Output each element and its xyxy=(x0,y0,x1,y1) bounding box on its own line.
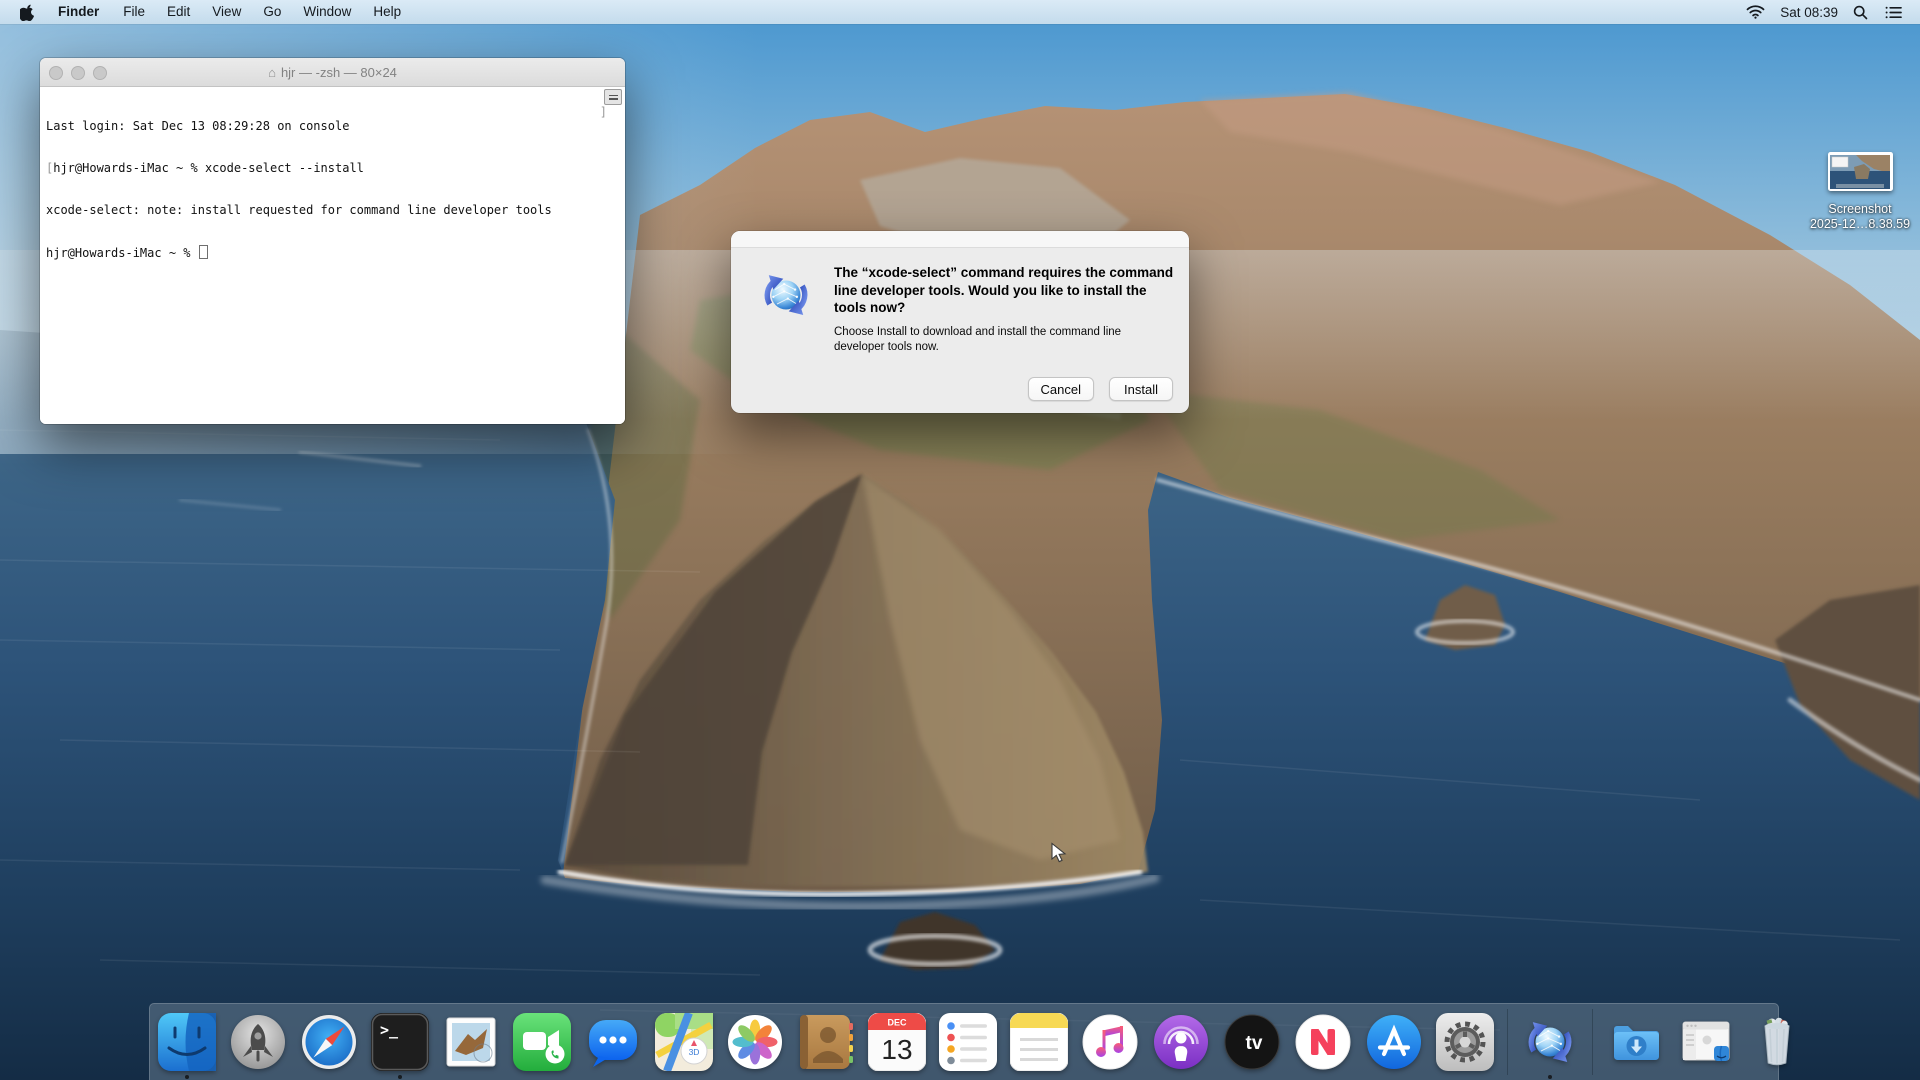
dock-news-icon[interactable] xyxy=(1294,1013,1352,1071)
dock-calendar-icon[interactable]: DEC 13 xyxy=(868,1013,926,1071)
home-icon: ⌂ xyxy=(268,65,276,80)
dock-mail-icon[interactable] xyxy=(442,1013,500,1071)
dock: >_ xyxy=(149,1003,1779,1080)
dock-downloads-folder-icon[interactable] xyxy=(1606,1013,1664,1071)
svg-text:DEC: DEC xyxy=(887,1018,907,1028)
dock-maps-icon[interactable]: 3D xyxy=(655,1013,713,1071)
terminal-marks-widget-icon[interactable] xyxy=(604,89,622,105)
dock-terminal-icon[interactable]: >_ xyxy=(371,1013,429,1071)
terminal-output[interactable]: Last login: Sat Dec 13 08:29:28 on conso… xyxy=(40,87,625,424)
command-mark: ] xyxy=(600,105,607,119)
svg-text:3D: 3D xyxy=(689,1047,700,1057)
terminal-cursor xyxy=(199,245,208,259)
dialog-heading: The “xcode-select” command requires the … xyxy=(834,264,1174,317)
menu-item-window[interactable]: Window xyxy=(292,0,362,24)
window-controls xyxy=(49,66,107,80)
dialog-body: Choose Install to download and install t… xyxy=(834,325,1174,355)
dialog-text: The “xcode-select” command requires the … xyxy=(834,264,1174,355)
terminal-window-title: ⌂ hjr — -zsh — 80×24 xyxy=(268,65,397,80)
menu-bar-clock[interactable]: Sat 08:39 xyxy=(1778,5,1840,20)
screenshot-file-label: Screenshot 2025-12…8.38.59 xyxy=(1798,202,1920,232)
dock-reminders-icon[interactable] xyxy=(939,1013,997,1071)
menu-item-finder[interactable]: Finder xyxy=(45,0,112,24)
dock-install-clt-icon[interactable] xyxy=(1521,1013,1579,1071)
menu-bar: Finder File Edit View Go Window Help Sat… xyxy=(0,0,1920,24)
wifi-icon[interactable] xyxy=(1742,5,1769,19)
dock-separator xyxy=(1507,1009,1508,1075)
dock-music-icon[interactable] xyxy=(1081,1013,1139,1071)
software-update-icon xyxy=(757,266,815,324)
dock-safari-icon[interactable] xyxy=(300,1013,358,1071)
running-indicator xyxy=(398,1075,402,1079)
dock-contacts-icon[interactable] xyxy=(797,1013,855,1071)
dock-messages-icon[interactable] xyxy=(584,1013,642,1071)
cancel-button[interactable]: Cancel xyxy=(1028,377,1094,401)
menu-item-file[interactable]: File xyxy=(112,0,156,24)
search-icon[interactable] xyxy=(1849,5,1872,20)
terminal-line: xcode-select: note: install requested fo… xyxy=(46,203,625,217)
dialog-title-bar[interactable] xyxy=(731,231,1189,248)
dock-system-preferences-icon[interactable] xyxy=(1436,1013,1494,1071)
dock-minimized-window[interactable] xyxy=(1677,1013,1735,1071)
svg-text:tv: tv xyxy=(1246,1033,1263,1054)
dock-podcasts-icon[interactable] xyxy=(1152,1013,1210,1071)
minimize-button[interactable] xyxy=(71,66,85,80)
terminal-line: Last login: Sat Dec 13 08:29:28 on conso… xyxy=(46,119,625,133)
svg-text:>_: >_ xyxy=(380,1021,399,1039)
mouse-cursor xyxy=(1050,842,1069,864)
menu-item-go[interactable]: Go xyxy=(252,0,292,24)
dock-appstore-icon[interactable] xyxy=(1365,1013,1423,1071)
zoom-button[interactable] xyxy=(93,66,107,80)
dock-launchpad-icon[interactable] xyxy=(229,1013,287,1071)
apple-menu[interactable] xyxy=(18,4,45,21)
running-indicator xyxy=(185,1075,189,1079)
menu-item-help[interactable]: Help xyxy=(362,0,412,24)
dock-separator xyxy=(1592,1009,1593,1075)
menu-bar-status: Sat 08:39 xyxy=(1742,5,1920,20)
screenshot-thumbnail xyxy=(1828,152,1893,191)
desktop-file-screenshot[interactable]: Screenshot 2025-12…8.38.59 xyxy=(1798,152,1920,232)
dialog-buttons: Cancel Install xyxy=(1028,377,1173,401)
menu-bar-left: Finder File Edit View Go Window Help xyxy=(0,0,412,24)
close-button[interactable] xyxy=(49,66,63,80)
terminal-line: hjr@Howards-iMac ~ % xyxy=(46,245,625,260)
desktop: Finder File Edit View Go Window Help Sat… xyxy=(0,0,1920,1080)
terminal-title-bar[interactable]: ⌂ hjr — -zsh — 80×24 xyxy=(40,58,625,87)
menu-item-edit[interactable]: Edit xyxy=(156,0,201,24)
terminal-line: [hjr@Howards-iMac ~ % xcode-select --ins… xyxy=(46,161,625,175)
dock-photos-icon[interactable] xyxy=(726,1013,784,1071)
menu-item-view[interactable]: View xyxy=(201,0,252,24)
dock-notes-icon[interactable] xyxy=(1010,1013,1068,1071)
apple-logo-icon xyxy=(20,4,35,21)
dock-finder-icon[interactable] xyxy=(158,1013,216,1071)
svg-text:13: 13 xyxy=(881,1034,912,1065)
install-button[interactable]: Install xyxy=(1109,377,1173,401)
terminal-window[interactable]: ⌂ hjr — -zsh — 80×24 Last login: Sat Dec… xyxy=(40,58,625,424)
xcode-select-install-dialog: The “xcode-select” command requires the … xyxy=(731,231,1189,413)
dock-trash-icon[interactable] xyxy=(1748,1013,1806,1071)
running-indicator xyxy=(1548,1075,1552,1079)
dock-facetime-icon[interactable] xyxy=(513,1013,571,1071)
notification-list-icon[interactable] xyxy=(1881,6,1906,19)
dock-tv-icon[interactable]: tv xyxy=(1223,1013,1281,1071)
